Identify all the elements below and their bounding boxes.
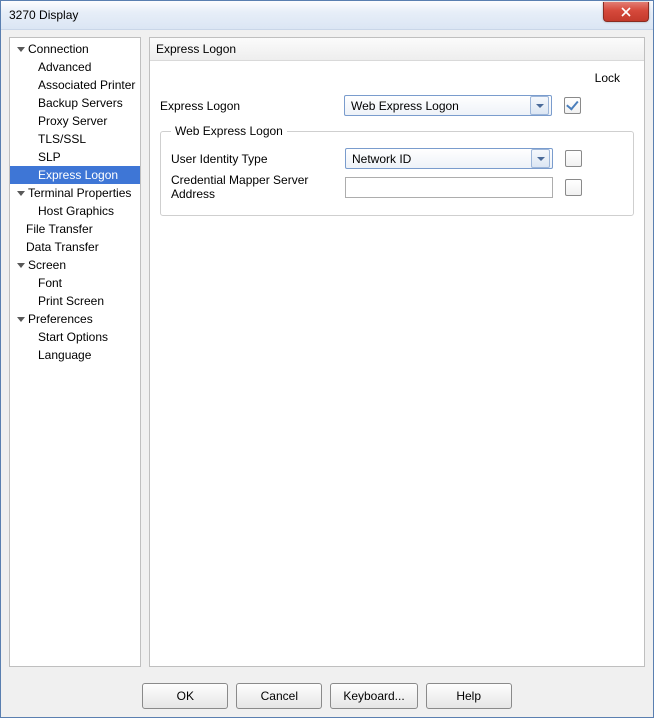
disclosure-triangle-icon: [17, 191, 25, 196]
identity-select[interactable]: Network ID: [345, 148, 553, 169]
help-button[interactable]: Help: [426, 683, 512, 709]
tree-group-label: File Transfer: [26, 222, 93, 236]
dropdown-button[interactable]: [531, 149, 550, 168]
tree-item-label: TLS/SSL: [38, 132, 86, 146]
lock-column-header: Lock: [160, 69, 634, 91]
tree-item[interactable]: Express Logon: [10, 166, 140, 184]
tree-item-label: Advanced: [38, 60, 91, 74]
tree-item[interactable]: Advanced: [10, 58, 140, 76]
tree-item[interactable]: Backup Servers: [10, 94, 140, 112]
tree-group[interactable]: File Transfer: [10, 220, 140, 238]
identity-lock-checkbox[interactable]: [565, 150, 582, 167]
tree-item[interactable]: Start Options: [10, 328, 140, 346]
tree-group-label: Terminal Properties: [28, 186, 131, 200]
tree-item-label: Associated Printer: [38, 78, 135, 92]
tree-item-label: Express Logon: [38, 168, 118, 182]
dialog-button-row: OK Cancel Keyboard... Help: [1, 683, 653, 709]
tree-item[interactable]: Language: [10, 346, 140, 364]
cancel-button[interactable]: Cancel: [236, 683, 322, 709]
dialog-window: 3270 Display Connection Advanced Associate…: [0, 0, 654, 718]
tree-item[interactable]: Host Graphics: [10, 202, 140, 220]
tree-group-label: Preferences: [28, 312, 93, 326]
disclosure-triangle-icon: [17, 263, 25, 268]
mapper-label: Credential Mapper Server Address: [171, 173, 345, 201]
dropdown-button[interactable]: [530, 96, 549, 115]
close-button[interactable]: [603, 2, 649, 22]
tree-group-label: Screen: [28, 258, 66, 272]
tree-item[interactable]: TLS/SSL: [10, 130, 140, 148]
tree-item-label: Start Options: [38, 330, 108, 344]
tree-item[interactable]: Proxy Server: [10, 112, 140, 130]
dialog-body: Connection Advanced Associated Printer Back…: [1, 29, 653, 717]
chevron-down-icon: [537, 157, 545, 161]
identity-value: Network ID: [352, 152, 411, 166]
web-express-logon-group: Web Express Logon User Identity Type Net…: [160, 124, 634, 216]
chevron-down-icon: [536, 104, 544, 108]
page-title: Express Logon: [150, 38, 644, 61]
tree-item-label: SLP: [38, 150, 61, 164]
tree-item-label: Language: [38, 348, 91, 362]
tree-group[interactable]: Screen: [10, 256, 140, 274]
express-logon-lock-checkbox[interactable]: [564, 97, 581, 114]
ok-button[interactable]: OK: [142, 683, 228, 709]
tree-item-label: Print Screen: [38, 294, 104, 308]
tree-group[interactable]: Preferences: [10, 310, 140, 328]
content-pane: Express Logon Lock Express Logon Web Exp…: [149, 37, 645, 667]
mapper-input[interactable]: [345, 177, 553, 198]
mapper-row: Credential Mapper Server Address: [171, 173, 623, 201]
tree-item[interactable]: Associated Printer: [10, 76, 140, 94]
close-icon: [621, 7, 631, 17]
mapper-lock-checkbox[interactable]: [565, 179, 582, 196]
tree-group[interactable]: Terminal Properties: [10, 184, 140, 202]
keyboard-button[interactable]: Keyboard...: [330, 683, 417, 709]
express-logon-label: Express Logon: [160, 99, 344, 113]
tree-item[interactable]: Font: [10, 274, 140, 292]
tree-item-label: Backup Servers: [38, 96, 123, 110]
tree-group[interactable]: Data Transfer: [10, 238, 140, 256]
tree-group-label: Connection: [28, 42, 89, 56]
express-logon-value: Web Express Logon: [351, 99, 459, 113]
web-express-logon-legend: Web Express Logon: [171, 124, 287, 138]
titlebar[interactable]: 3270 Display: [1, 1, 653, 30]
disclosure-triangle-icon: [17, 47, 25, 52]
disclosure-triangle-icon: [17, 317, 25, 322]
tree-item-label: Host Graphics: [38, 204, 114, 218]
tree-group-label: Data Transfer: [26, 240, 99, 254]
panes: Connection Advanced Associated Printer Back…: [9, 37, 645, 667]
identity-row: User Identity Type Network ID: [171, 148, 623, 169]
tree-item-label: Proxy Server: [38, 114, 107, 128]
express-logon-select[interactable]: Web Express Logon: [344, 95, 552, 116]
window-title: 3270 Display: [9, 8, 78, 22]
tree-group[interactable]: Connection: [10, 40, 140, 58]
express-logon-row: Express Logon Web Express Logon: [160, 95, 634, 116]
tree-item[interactable]: SLP: [10, 148, 140, 166]
identity-label: User Identity Type: [171, 152, 345, 166]
tree-item-label: Font: [38, 276, 62, 290]
nav-tree[interactable]: Connection Advanced Associated Printer Back…: [9, 37, 141, 667]
form-area: Lock Express Logon Web Express Logon Web…: [150, 61, 644, 224]
tree-item[interactable]: Print Screen: [10, 292, 140, 310]
